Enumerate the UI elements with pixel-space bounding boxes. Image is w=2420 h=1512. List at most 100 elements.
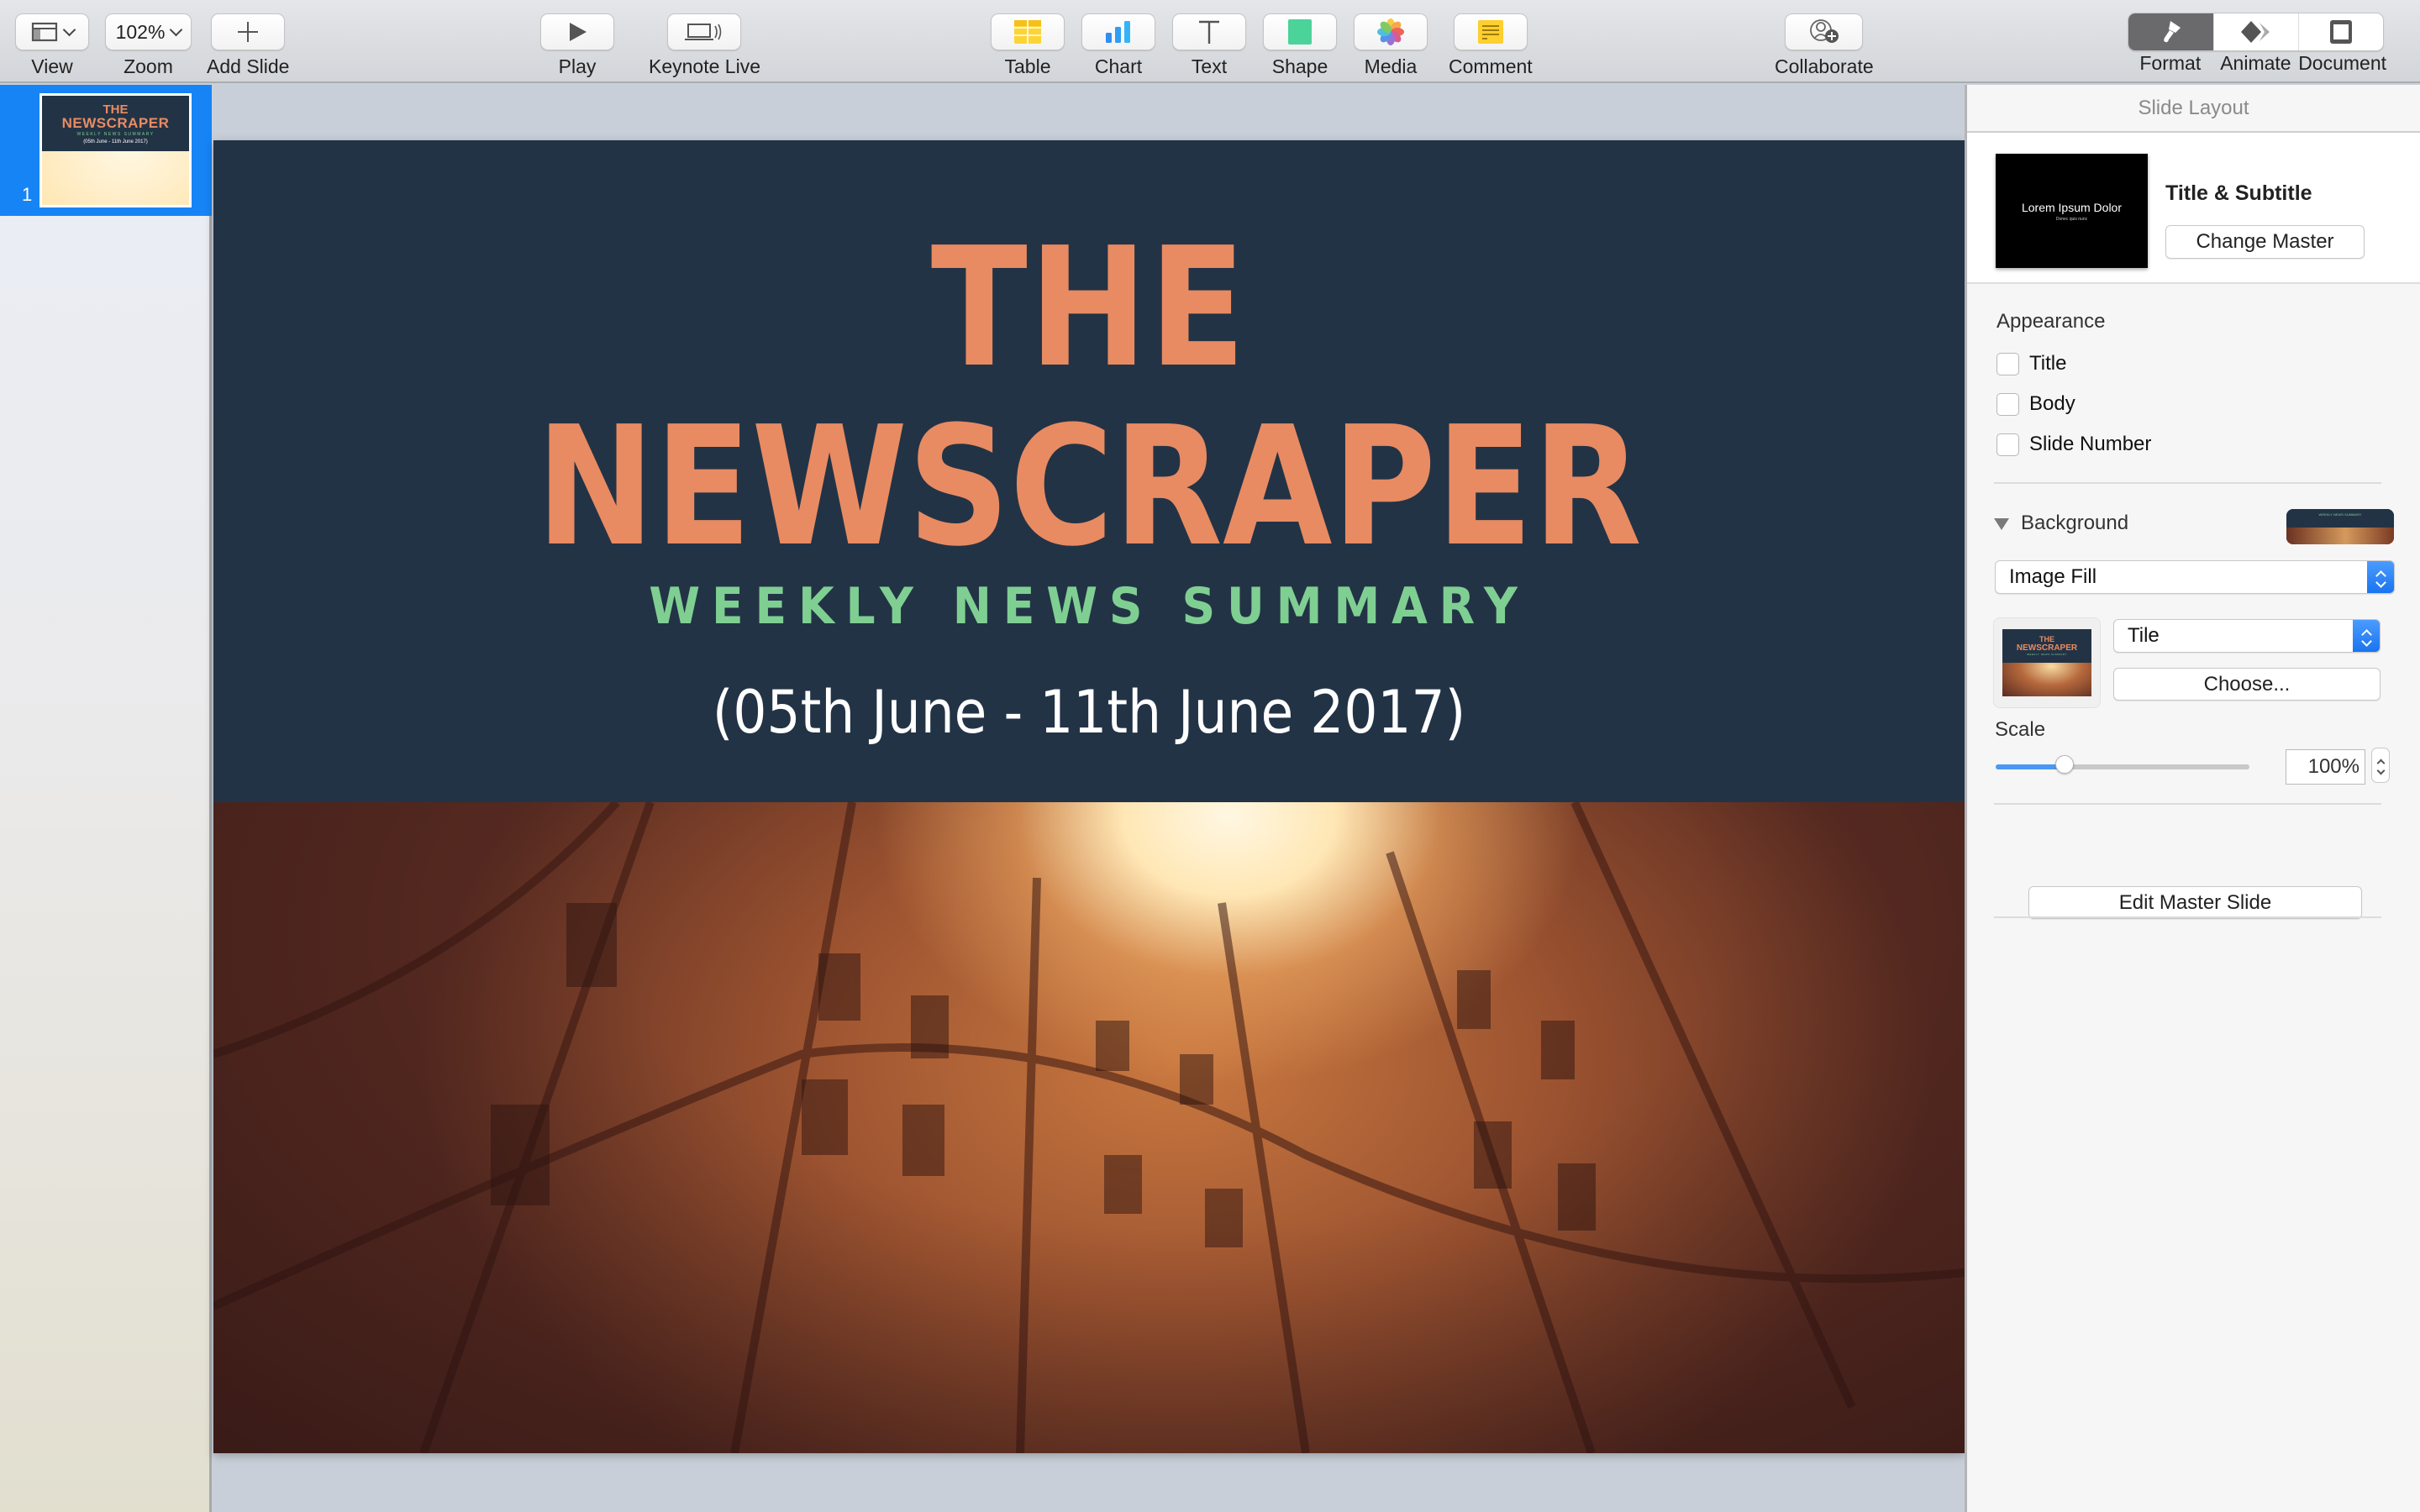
- fill-type-value: Image Fill: [2009, 565, 2097, 588]
- master-thumbnail[interactable]: Lorem Ipsum Dolor Donec quis nunc: [1996, 154, 2148, 268]
- insert-shape[interactable]: Shape: [1263, 13, 1337, 78]
- chevron-down-icon: [62, 23, 76, 36]
- body-checkbox-label: Body: [2029, 392, 2075, 415]
- insert-table[interactable]: Table: [991, 13, 1065, 78]
- title-checkbox[interactable]: [1996, 352, 2019, 375]
- change-master-button[interactable]: Change Master: [2165, 225, 2365, 259]
- shape-button[interactable]: [1263, 13, 1337, 50]
- play-button[interactable]: [540, 13, 614, 50]
- appearance-label: Appearance: [1996, 310, 2106, 333]
- keynote-live-control[interactable]: Keynote Live: [649, 13, 760, 78]
- image-well-line2: NEWSCRAPER: [2016, 643, 2078, 653]
- tab-document[interactable]: [2298, 13, 2383, 50]
- image-well[interactable]: THE NEWSCRAPER WEEKLY NEWS SUMMARY: [1993, 617, 2101, 708]
- slide-number-checkbox[interactable]: [1996, 433, 2019, 456]
- slide-thumbnail[interactable]: THE NEWSCRAPER WEEKLY NEWS SUMMARY (05th…: [39, 93, 192, 207]
- master-thumbnail-title: Lorem Ipsum Dolor: [2021, 200, 2123, 214]
- zoom-value: 102%: [115, 20, 166, 43]
- comment-label: Comment: [1449, 55, 1533, 77]
- image-mode-select[interactable]: Tile: [2113, 619, 2381, 653]
- text-button[interactable]: [1172, 13, 1246, 50]
- body-checkbox[interactable]: [1996, 392, 2019, 416]
- thumbnail-subtitle: WEEKLY NEWS SUMMARY: [76, 131, 155, 137]
- insert-media[interactable]: Media: [1354, 13, 1428, 78]
- insert-comment[interactable]: Comment: [1449, 13, 1533, 78]
- slide-title-line2[interactable]: NEWSCRAPER: [336, 405, 1842, 570]
- paintbrush-icon: [2163, 21, 2181, 43]
- choose-image-button[interactable]: Choose...: [2113, 668, 2381, 701]
- table-label: Table: [1004, 55, 1051, 77]
- play-label: Play: [558, 55, 597, 77]
- body-checkbox-row[interactable]: Body: [1996, 392, 2075, 416]
- play-control[interactable]: Play: [540, 13, 614, 78]
- image-mode-value: Tile: [2128, 624, 2160, 647]
- background-label[interactable]: Background: [2021, 512, 2128, 535]
- plus-icon: [238, 22, 259, 42]
- scale-slider[interactable]: [1996, 755, 2249, 774]
- thumbnail-photo: [42, 151, 189, 205]
- keynote-live-button[interactable]: [667, 13, 742, 50]
- scale-input[interactable]: 100%: [2286, 749, 2365, 785]
- view-control[interactable]: View: [15, 13, 89, 78]
- text-label: Text: [1191, 55, 1228, 77]
- zoom-button[interactable]: 102%: [105, 13, 192, 50]
- zoom-control[interactable]: 102% Zoom: [105, 13, 192, 78]
- laptop-broadcast-icon: [685, 24, 722, 40]
- add-person-icon: [1809, 19, 1839, 43]
- collaborate-control[interactable]: Collaborate: [1775, 13, 1874, 78]
- stepper-down-icon[interactable]: [2376, 766, 2385, 774]
- photos-icon: [1377, 18, 1404, 45]
- thumbnail-title-line1: THE: [103, 102, 129, 117]
- sidebar-layout-icon: [31, 22, 57, 42]
- photo-vignette: [213, 802, 1965, 1453]
- slide-background-photo[interactable]: [213, 802, 1965, 1453]
- add-slide-button[interactable]: [211, 13, 286, 50]
- table-button[interactable]: [991, 13, 1065, 50]
- add-slide-control[interactable]: Add Slide: [207, 13, 289, 78]
- play-icon: [570, 23, 587, 41]
- edit-master-slide-button[interactable]: Edit Master Slide: [2028, 886, 2362, 919]
- tab-animate-label[interactable]: Animate: [2213, 52, 2299, 75]
- keynote-live-label: Keynote Live: [649, 55, 760, 77]
- slide-title-line1[interactable]: THE: [336, 226, 1842, 391]
- slide-subtitle[interactable]: WEEKLY NEWS SUMMARY: [283, 577, 1894, 636]
- master-thumbnail-subtitle: Donec quis nunc: [2055, 216, 2088, 222]
- scale-stepper[interactable]: [2371, 748, 2390, 783]
- scale-slider-fill: [1996, 764, 2065, 769]
- slide-dates[interactable]: (05th June - 11th June 2017): [301, 678, 1877, 747]
- image-well-thumbnail: THE NEWSCRAPER WEEKLY NEWS SUMMARY: [2002, 629, 2091, 696]
- slide-layout-section: Lorem Ipsum Dolor Donec quis nunc Title …: [1967, 133, 2420, 284]
- chart-button[interactable]: [1081, 13, 1155, 50]
- slide[interactable]: THE NEWSCRAPER WEEKLY NEWS SUMMARY (05th…: [213, 140, 1965, 1453]
- view-button[interactable]: [15, 13, 89, 50]
- slide-navigator: 1 THE NEWSCRAPER WEEKLY NEWS SUMMARY (05…: [0, 85, 212, 1512]
- media-button[interactable]: [1354, 13, 1428, 50]
- fill-type-select[interactable]: Image Fill: [1995, 560, 2395, 594]
- insert-chart[interactable]: Chart: [1081, 13, 1155, 78]
- comment-button[interactable]: [1453, 13, 1528, 50]
- slide-number-checkbox-label: Slide Number: [2029, 433, 2152, 455]
- chart-icon: [1106, 21, 1130, 43]
- background-preview[interactable]: WEEKLY NEWS SUMMARY: [2286, 509, 2394, 544]
- slide-navigator-item[interactable]: 1 THE NEWSCRAPER WEEKLY NEWS SUMMARY (05…: [0, 85, 212, 216]
- chart-label: Chart: [1094, 55, 1143, 77]
- disclosure-triangle-icon[interactable]: [1994, 518, 2009, 530]
- divider: [1994, 916, 2381, 918]
- chevron-down-icon: [170, 23, 183, 36]
- scale-slider-knob[interactable]: [2054, 755, 2074, 774]
- tab-animate[interactable]: [2213, 13, 2298, 50]
- collaborate-button[interactable]: [1785, 13, 1864, 50]
- collaborate-label: Collaborate: [1775, 55, 1874, 77]
- add-slide-label: Add Slide: [207, 55, 290, 77]
- title-checkbox-label: Title: [2029, 352, 2067, 375]
- slide-number-checkbox-row[interactable]: Slide Number: [1996, 433, 2151, 456]
- diamond-icon: [2241, 21, 2270, 43]
- toolbar: View 102% Zoom Add Slide Play Keynote Li…: [0, 0, 2420, 83]
- zoom-label: Zoom: [124, 55, 173, 77]
- inspector-tab-labels: Format Animate Document: [2128, 52, 2386, 75]
- tab-format-label[interactable]: Format: [2128, 52, 2213, 75]
- title-checkbox-row[interactable]: Title: [1996, 352, 2066, 375]
- tab-document-label[interactable]: Document: [2298, 52, 2386, 75]
- tab-format[interactable]: [2128, 13, 2213, 50]
- insert-text[interactable]: Text: [1172, 13, 1246, 78]
